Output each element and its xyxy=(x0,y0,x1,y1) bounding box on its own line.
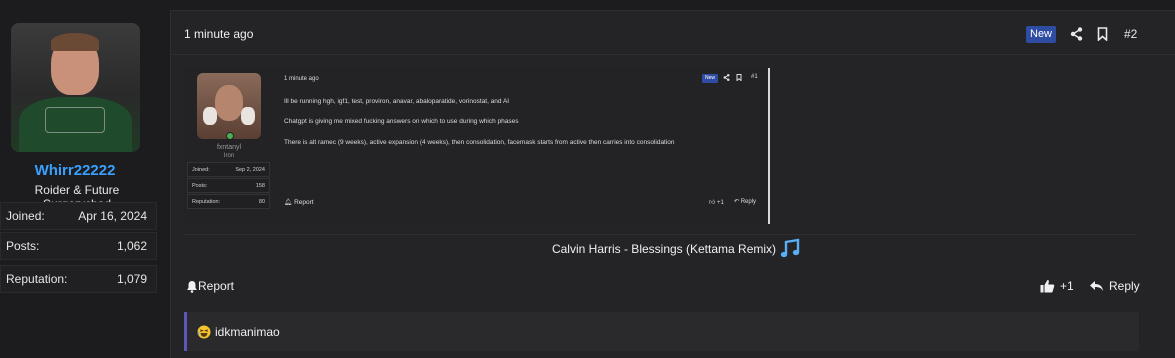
report-button[interactable]: Report xyxy=(186,279,234,293)
embedded-text-line: There is alt ramec (9 weeks), active exp… xyxy=(284,139,675,146)
music-note-icon xyxy=(780,238,800,258)
post-number[interactable]: #2 xyxy=(1124,27,1137,41)
content-divider xyxy=(184,234,1137,235)
reaction-bar: idkmanimao xyxy=(184,312,1139,351)
stat-joined: Joined: Apr 16, 2024 xyxy=(0,202,157,230)
user-avatar[interactable] xyxy=(11,23,140,152)
stat-label: Posts: xyxy=(192,182,208,189)
song-title: Calvin Harris - Blessings (Kettama Remix… xyxy=(551,242,777,256)
reply-button[interactable]: Reply xyxy=(1089,279,1140,293)
user-panel: Whirr22222 Roider & Future Surgerychad J… xyxy=(0,0,168,358)
bell-icon xyxy=(187,280,197,293)
laughing-emoji-icon xyxy=(197,325,211,338)
thumbs-up-icon xyxy=(1040,280,1055,293)
username[interactable]: Whirr22222 xyxy=(0,162,150,179)
embedded-stat-joined: Joined: Sep 2, 2024 xyxy=(187,162,270,177)
embedded-timestamp: 1 minute ago xyxy=(284,76,319,82)
embedded-reply-label: Reply xyxy=(740,199,757,205)
embedded-like: 👍︎ +1 xyxy=(709,198,724,206)
stat-label: Reputation: xyxy=(192,198,221,205)
stat-value: 80 xyxy=(258,198,265,205)
bookmark-icon[interactable] xyxy=(1094,25,1110,43)
post-container: 1 minute ago New #2 fxntanyl Iron Joined… xyxy=(170,10,1175,358)
embedded-image[interactable]: fxntanyl Iron Joined: Sep 2, 2024 Posts:… xyxy=(184,68,770,224)
reply-label: Reply xyxy=(1109,279,1140,293)
reply-icon xyxy=(1090,281,1103,291)
embedded-bookmark-icon xyxy=(736,74,742,83)
embedded-avatar xyxy=(197,73,261,139)
like-count: +1 xyxy=(1060,279,1074,293)
stat-label: Reputation: xyxy=(6,272,68,286)
embedded-report-label: Report xyxy=(294,199,314,206)
reaction-text: idkmanimao xyxy=(215,324,280,339)
stat-label: Posts: xyxy=(6,239,40,253)
embedded-bell-icon: 🔔︎ xyxy=(284,199,293,206)
embedded-username: fxntanyl xyxy=(216,144,242,151)
stat-posts: Posts: 1,062 xyxy=(0,232,157,260)
embedded-stat-reputation: Reputation: 80 xyxy=(187,194,270,209)
stat-label: Joined: xyxy=(6,209,45,223)
online-indicator xyxy=(226,132,234,140)
share-icon[interactable] xyxy=(1068,25,1084,43)
stat-value: Sep 2, 2024 xyxy=(235,166,265,173)
embedded-user-panel: fxntanyl Iron Joined: Sep 2, 2024 Posts:… xyxy=(184,68,278,224)
embedded-text-line: Ill be running hgh, igf1, test, proviron… xyxy=(284,98,510,105)
embedded-report: 🔔︎ Report xyxy=(284,198,314,206)
report-label: Report xyxy=(198,279,235,293)
embedded-thumbs-up-icon: 👍︎ xyxy=(709,200,716,206)
embedded-new-badge: New xyxy=(702,74,719,83)
embedded-like-count: +1 xyxy=(716,200,724,206)
song-line: Calvin Harris - Blessings (Kettama Remix… xyxy=(171,237,1175,261)
new-badge: New xyxy=(1026,26,1057,43)
stat-value: 1,062 xyxy=(116,239,147,253)
embedded-text-line: Chatgpt is giving me mixed fucking answe… xyxy=(284,118,519,125)
embedded-rank: Iron xyxy=(223,153,235,159)
stat-value: 1,079 xyxy=(116,272,147,286)
embedded-reply: ↶ Reply xyxy=(734,198,756,205)
embedded-post-number: #1 xyxy=(751,74,758,80)
post-timestamp[interactable]: 1 minute ago xyxy=(184,27,253,41)
embedded-stat-posts: Posts: 158 xyxy=(187,178,270,193)
embedded-share-icon xyxy=(723,74,730,83)
stat-value: Apr 16, 2024 xyxy=(78,209,147,223)
stat-reputation: Reputation: 1,079 xyxy=(0,265,157,293)
embedded-reply-icon: ↶ xyxy=(734,199,740,205)
post-header: 1 minute ago New #2 xyxy=(171,11,1175,55)
stat-value: 158 xyxy=(255,182,265,189)
stat-label: Joined: xyxy=(192,166,210,173)
like-button[interactable]: +1 xyxy=(1040,279,1074,293)
